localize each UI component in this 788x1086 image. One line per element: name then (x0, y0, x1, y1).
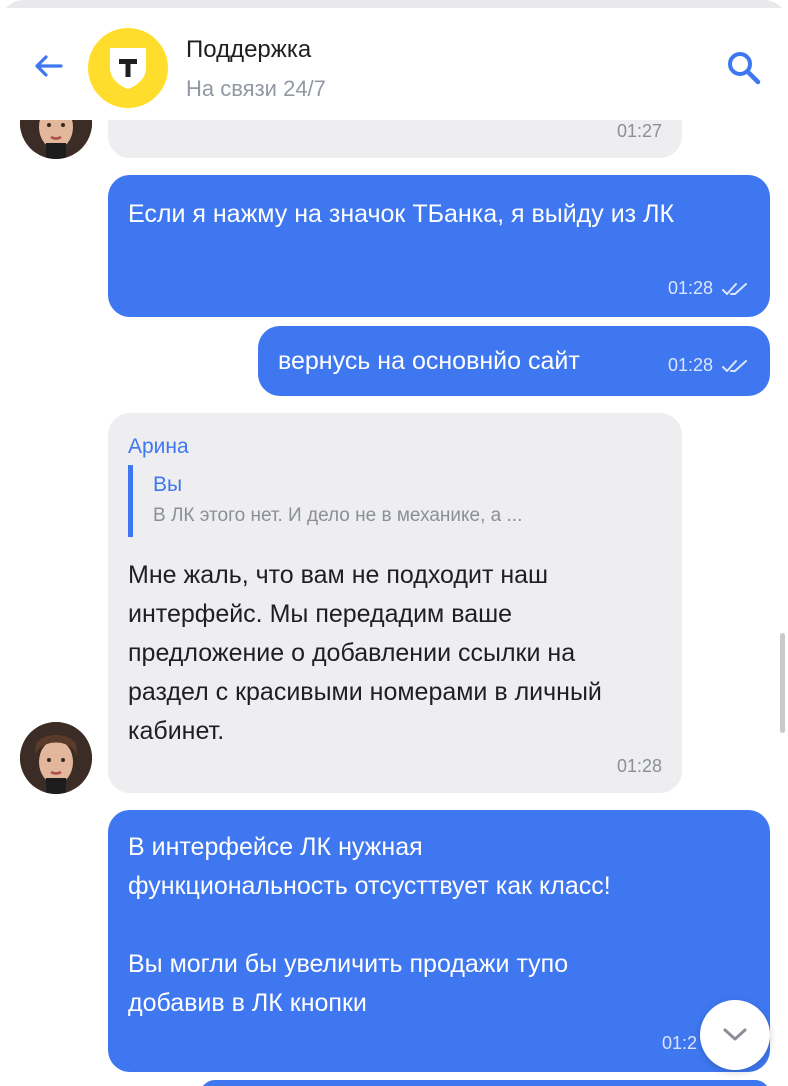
message-line: Вы могли бы увеличить продажи тупо (128, 950, 569, 978)
sender-name: Арина (128, 435, 189, 458)
chat-window: Поддержка На связи 24/7 01:27 Если я наж… (0, 0, 788, 1086)
message-time: 01:28 (667, 278, 713, 298)
message-time: 01:28 (667, 355, 713, 375)
read-checkmarks-icon (722, 360, 747, 373)
message-time: 01:2 (662, 1033, 698, 1053)
search-button[interactable] (720, 44, 768, 92)
arrow-left-icon (35, 55, 63, 77)
agent-avatar[interactable] (20, 722, 92, 794)
scrollbar[interactable] (780, 633, 785, 733)
chat-title: Поддержка (186, 36, 312, 63)
message-outgoing[interactable]: вернусь на основнйо сайт 01:28 (258, 326, 770, 396)
avatar-photo (20, 722, 92, 794)
scroll-to-bottom-button[interactable] (700, 1000, 770, 1070)
message-text: Если я нажму на значок ТБанка, я выйду и… (128, 200, 675, 228)
chevron-down-icon (723, 1028, 747, 1041)
message-time-row: 01:28 (668, 278, 748, 299)
chat-subtitle: На связи 24/7 (186, 76, 326, 101)
back-button[interactable] (28, 48, 68, 84)
tbank-shield-icon (110, 48, 146, 89)
message-time: 01:28 (616, 756, 662, 776)
message-outgoing[interactable]: В интерфейсе ЛК нужная функциональность … (108, 810, 770, 1072)
message-incoming[interactable]: Арина Вы В ЛК этого нет. И дело не в мех… (108, 413, 682, 793)
search-icon (728, 52, 761, 85)
top-edge (0, 0, 788, 8)
message-line: функциональность отсусттвует как класс! (128, 872, 611, 900)
reply-quote[interactable]: Вы В ЛК этого нет. И дело не в механике,… (128, 465, 522, 537)
message-outgoing[interactable]: Если я нажму на значок ТБанка, я выйду и… (108, 175, 770, 317)
message-line (128, 906, 746, 945)
message-text: Мне жаль, что вам не подходит наш интерф… (128, 561, 602, 745)
quote-author: Вы (153, 473, 183, 496)
quote-text: В ЛК этого нет. И дело не в механике, а … (153, 505, 523, 526)
read-checkmarks-icon (722, 283, 747, 296)
message-time-row: 01:28 (668, 355, 748, 376)
message-line: добавив в ЛК кнопки (128, 989, 367, 1017)
chat-header: Поддержка На связи 24/7 (0, 8, 788, 120)
message-line: В интерфейсе ЛК нужная (128, 833, 423, 861)
message-outgoing-partial[interactable] (200, 1080, 770, 1086)
message-time: 01:27 (616, 121, 662, 141)
support-logo (88, 28, 168, 108)
